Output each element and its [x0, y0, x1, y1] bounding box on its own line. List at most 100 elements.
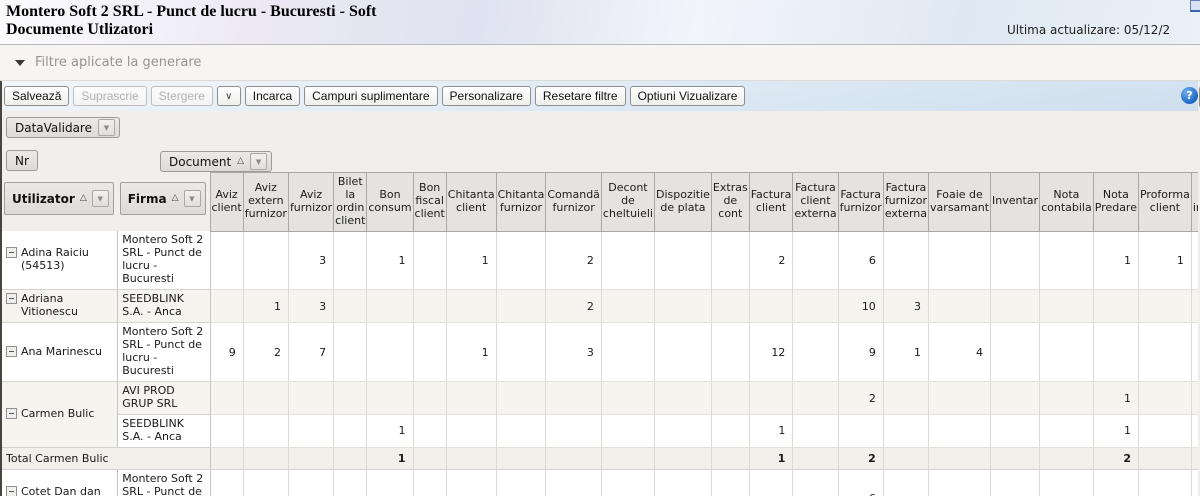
- chevron-down-icon[interactable]: ▼: [92, 190, 109, 207]
- value-cell: 3: [883, 290, 928, 323]
- table-row: Ana MarinescuMontero Soft 2 SRL - Punct …: [2, 323, 1198, 382]
- value-cell: [991, 469, 1040, 496]
- value-cell: [1040, 469, 1094, 496]
- document-column-header-7: Chitanta furnizor: [496, 173, 546, 232]
- value-cell: 2: [243, 323, 288, 382]
- user-name: Ana Marinescu: [21, 346, 102, 359]
- value-cell: 2: [838, 382, 883, 415]
- value-cell: [210, 290, 243, 323]
- stergere-button: Stergere: [151, 86, 213, 106]
- datavalidare-field-button[interactable]: DataValidare ▼: [6, 117, 120, 138]
- value-cell: 9: [838, 323, 883, 382]
- collapse-icon[interactable]: [6, 247, 17, 258]
- value-cell: [883, 447, 928, 469]
- value-cell: 1: [749, 447, 793, 469]
- salveaza-button[interactable]: Salvează: [4, 86, 69, 106]
- value-cell: 2: [749, 231, 793, 289]
- user-cell: Ana Marinescu: [2, 323, 118, 382]
- value-cell: [711, 415, 749, 448]
- filters-collapse-toggle[interactable]: Filtre aplicate la generare: [0, 55, 201, 70]
- value-cell: [711, 447, 749, 469]
- document-field-button[interactable]: Document △ ▼: [160, 151, 272, 172]
- chevron-down-icon[interactable]: ▼: [184, 190, 201, 207]
- value-cell: [749, 469, 793, 496]
- value-cell: [991, 290, 1040, 323]
- value-cell: 4: [929, 323, 991, 382]
- document-column-header-9: Decont de cheltuieli: [601, 173, 654, 232]
- value-cell: [1191, 231, 1198, 289]
- resetare-filtre-button[interactable]: Resetare filtre: [535, 86, 626, 106]
- last-update-label: Ultima actualizare: 05/12/2: [1007, 23, 1170, 37]
- value-cell: [793, 290, 838, 323]
- value-cell: [413, 382, 446, 415]
- table-row: Cotet Dan dan danMontero Soft 2 SRL - Pu…: [2, 469, 1198, 496]
- collapse-icon[interactable]: [6, 346, 17, 357]
- sort-asc-icon: △: [80, 194, 87, 203]
- personalizare-button[interactable]: Personalizare: [442, 86, 531, 106]
- document-column-header-14: Factura furnizor: [838, 173, 883, 232]
- incarca-button[interactable]: Incarca: [245, 86, 300, 106]
- value-cell: [243, 231, 288, 289]
- value-cell: 9: [210, 323, 243, 382]
- chevron-down-icon[interactable]: ▼: [98, 119, 115, 136]
- value-cell: [334, 290, 367, 323]
- value-cell: [883, 382, 928, 415]
- value-cell: [1191, 447, 1198, 469]
- help-icon[interactable]: ?: [1181, 87, 1198, 104]
- value-cell: [413, 231, 446, 289]
- document-column-header-0: Aviz client: [210, 173, 243, 232]
- user-cell: Carmen Bulic: [2, 382, 118, 448]
- suprascrie-button: Suprascrie: [73, 86, 146, 106]
- document-column-header-20: Proforma client: [1138, 173, 1191, 232]
- value-cell: [929, 382, 991, 415]
- utilizator-sort-header[interactable]: Utilizator△▼: [4, 182, 114, 215]
- value-cell: [446, 290, 496, 323]
- value-cell: [1093, 323, 1138, 382]
- value-cell: [496, 231, 546, 289]
- value-cell: 10: [838, 290, 883, 323]
- firma-sort-header[interactable]: Firma△▼: [120, 182, 206, 215]
- caret-down-icon: [15, 60, 25, 66]
- collapse-icon[interactable]: [6, 293, 17, 304]
- value-cell: 2: [1093, 447, 1138, 469]
- campuri-suplimentare-button[interactable]: Campuri suplimentare: [304, 86, 437, 106]
- value-cell: [546, 382, 602, 415]
- pivot-table: Utilizator△▼Firma△▼Aviz clientAviz exter…: [2, 172, 1198, 496]
- value-cell: [711, 290, 749, 323]
- value-cell: 6: [838, 469, 883, 496]
- value-cell: 2: [546, 290, 602, 323]
- nr-button[interactable]: Nr: [6, 150, 38, 171]
- value-cell: [793, 382, 838, 415]
- value-cell: [1040, 231, 1094, 289]
- value-cell: [334, 231, 367, 289]
- value-cell: [929, 447, 991, 469]
- collapse-icon[interactable]: [6, 408, 17, 419]
- value-cell: [1191, 415, 1198, 448]
- value-cell: [546, 415, 602, 448]
- value-cell: [413, 415, 446, 448]
- filter-bar: Filtre aplicate la generare: [0, 45, 1200, 81]
- value-cell: [1191, 382, 1198, 415]
- value-cell: [496, 290, 546, 323]
- document-column-header-21: Pv intrare: [1191, 173, 1198, 232]
- value-cell: 3: [288, 290, 333, 323]
- value-cell: [1138, 290, 1191, 323]
- value-cell: 2: [838, 447, 883, 469]
- chevron-down-icon[interactable]: ▼: [250, 153, 267, 170]
- clipped-link-fragment[interactable]: [1190, 0, 1200, 12]
- value-cell: [334, 469, 367, 496]
- value-cell: [210, 382, 243, 415]
- value-cell: [793, 231, 838, 289]
- value-cell: [654, 382, 711, 415]
- saved-filters-dropdown[interactable]: ∨: [217, 86, 241, 106]
- collapse-icon[interactable]: [6, 486, 17, 496]
- document-column-header-18: Nota contabila: [1040, 173, 1094, 232]
- value-cell: [413, 290, 446, 323]
- value-cell: 1: [446, 323, 496, 382]
- value-cell: [654, 323, 711, 382]
- value-cell: [446, 447, 496, 469]
- document-column-header-19: Nota Predare: [1093, 173, 1138, 232]
- optiuni-vizualizare-button[interactable]: Optiuni Vizualizare: [630, 86, 746, 106]
- user-name: Adina Raiciu (54513): [21, 247, 115, 273]
- value-cell: [749, 290, 793, 323]
